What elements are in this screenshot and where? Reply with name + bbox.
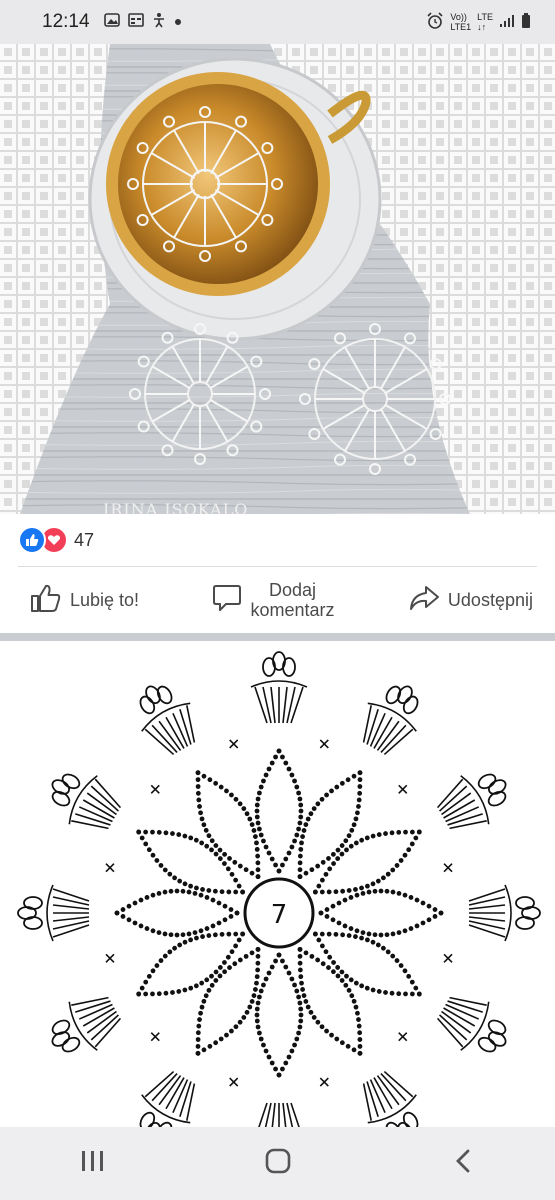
lte-label: LTE ↓↑ <box>477 12 493 32</box>
reactions-summary[interactable]: 47 <box>0 514 555 566</box>
status-right: Vo)) LTE1 LTE ↓↑ <box>426 11 531 33</box>
like-label: Lubię to! <box>70 589 140 610</box>
comment-label-line1: Dodaj <box>268 580 316 600</box>
photo-watermark: IRINA ISOKALO <box>103 500 249 514</box>
battery-icon <box>521 12 531 32</box>
signal-icon <box>499 14 515 31</box>
comment-icon <box>212 584 242 617</box>
share-icon <box>408 584 440 617</box>
lte-text: LTE <box>477 12 493 22</box>
photo-icon <box>103 12 120 32</box>
post-actions: Lubię to! Dodaj komentarz Udostępnij <box>0 567 555 633</box>
alarm-icon <box>426 11 444 33</box>
calendar-icon <box>127 12 144 32</box>
like-reaction-icon <box>18 526 46 554</box>
status-bar: 12:14 Vo)) LTE1 LTE ↓↑ <box>0 0 555 44</box>
thumbs-up-icon <box>30 583 62 618</box>
back-button[interactable] <box>433 1134 493 1194</box>
back-icon <box>453 1148 473 1179</box>
data-arrows-icon: ↓↑ <box>477 22 487 32</box>
photo-illustration <box>0 44 555 514</box>
network-top: Vo)) <box>450 12 467 22</box>
comment-button[interactable]: Dodaj komentarz <box>212 580 335 620</box>
home-icon <box>264 1147 292 1180</box>
status-time: 12:14 <box>42 11 90 32</box>
like-button[interactable]: Lubię to! <box>30 583 139 618</box>
post-separator <box>0 633 555 641</box>
network-bottom: LTE1 <box>450 22 472 32</box>
accessibility-icon <box>152 12 166 33</box>
dot-icon <box>174 13 182 31</box>
home-button[interactable] <box>248 1134 308 1194</box>
system-nav-bar <box>0 1127 555 1200</box>
post-photo[interactable]: IRINA ISOKALO <box>0 44 555 514</box>
share-label: Udostępnij <box>447 589 533 610</box>
crochet-diagram[interactable]: 7 <box>0 641 555 1127</box>
reaction-count[interactable]: 47 <box>74 530 94 551</box>
share-button[interactable]: Udostępnij <box>408 584 533 617</box>
comment-label: Dodaj komentarz <box>250 580 334 620</box>
crochet-diagram-svg: 7 <box>17 651 541 1127</box>
center-label: 7 <box>271 900 288 930</box>
comment-label-line2: komentarz <box>250 600 335 620</box>
recent-apps-icon <box>80 1149 106 1178</box>
network-label: Vo)) LTE1 <box>450 12 471 32</box>
recent-apps-button[interactable] <box>63 1134 123 1194</box>
